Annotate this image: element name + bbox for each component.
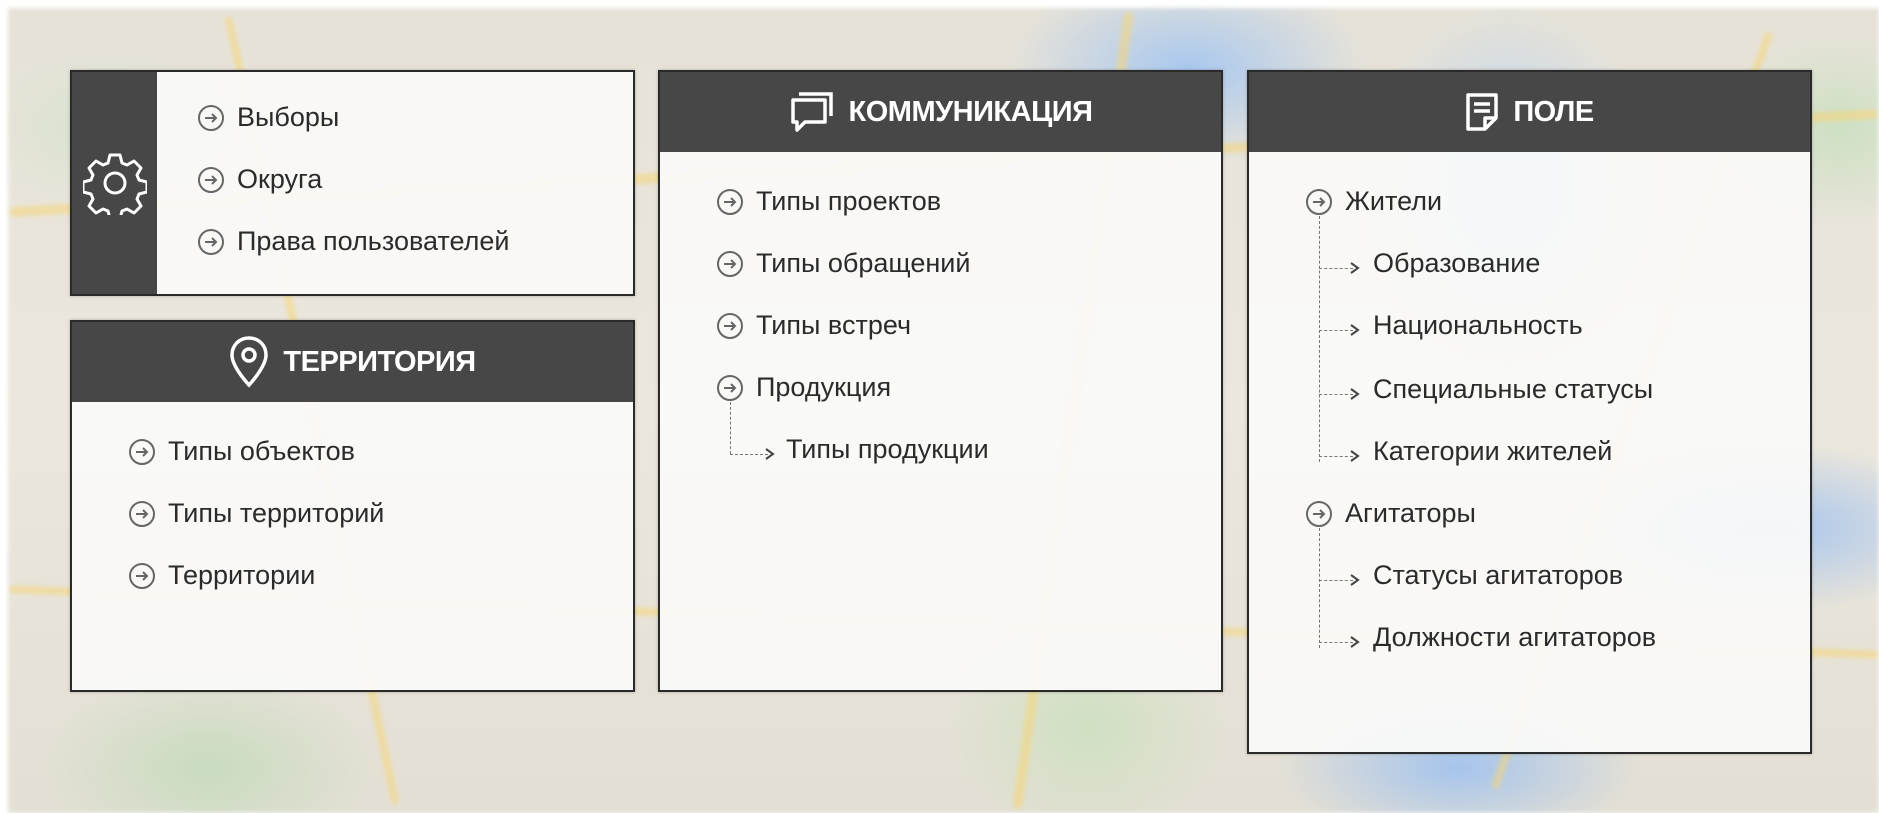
territory-header: ТЕРРИТОРИЯ (72, 322, 633, 402)
territory-item-object-types[interactable]: Типы объектов (128, 436, 355, 467)
tree-connector (1319, 330, 1353, 331)
field-group-residents[interactable]: Жители (1305, 186, 1442, 217)
field-subitem-label: Специальные статусы (1373, 374, 1654, 404)
map-pin-icon (230, 336, 269, 388)
arrow-circle-icon (129, 562, 155, 589)
communication-item-label: Типы встреч (756, 310, 912, 340)
settings-item-user-rights[interactable]: Права пользователей (197, 226, 509, 257)
arrow-circle-icon (129, 500, 155, 527)
territory-title: ТЕРРИТОРИЯ (283, 345, 476, 378)
field-group-agitators[interactable]: Агитаторы (1305, 498, 1476, 529)
territory-item-territories[interactable]: Территории (128, 560, 315, 591)
communication-panel: КОММУНИКАЦИЯ Типы проектов Типы обращени… (658, 70, 1223, 692)
tree-connector (1319, 528, 1320, 648)
field-title: ПОЛЕ (1513, 95, 1594, 128)
arrow-circle-icon (717, 250, 743, 277)
tree-connector (1319, 642, 1353, 643)
field-subitem-nationality[interactable]: Национальность (1373, 310, 1583, 341)
arrow-circle-icon (1306, 188, 1332, 215)
field-panel: ПОЛЕ Жители Образование Национальность С… (1247, 70, 1812, 754)
arrow-circle-icon (198, 228, 224, 255)
territory-item-label: Типы территорий (168, 498, 385, 528)
field-subitem-agitator-positions[interactable]: Должности агитаторов (1373, 622, 1656, 653)
tree-connector (730, 454, 768, 455)
arrow-circle-icon (1306, 500, 1332, 527)
territory-item-label: Территории (168, 560, 316, 590)
communication-item-project-types[interactable]: Типы проектов (716, 186, 941, 217)
arrow-circle-icon (717, 312, 743, 339)
arrow-circle-icon (198, 104, 224, 131)
field-subitem-resident-categories[interactable]: Категории жителей (1373, 436, 1612, 467)
chat-bubble-icon (790, 92, 833, 132)
settings-item-districts[interactable]: Округа (197, 164, 322, 195)
territory-item-territory-types[interactable]: Типы территорий (128, 498, 384, 529)
arrow-circle-icon (198, 166, 224, 193)
communication-subitem-label: Типы продукции (786, 434, 989, 464)
tree-arrowhead (1350, 450, 1360, 462)
field-group-label: Агитаторы (1345, 498, 1476, 528)
communication-item-label: Типы проектов (756, 186, 942, 216)
communication-item-products[interactable]: Продукция (716, 372, 891, 403)
tree-arrowhead (765, 448, 775, 460)
communication-item-appeal-types[interactable]: Типы обращений (716, 248, 970, 279)
arrow-circle-icon (717, 188, 743, 215)
territory-panel: ТЕРРИТОРИЯ Типы объектов Типы территорий… (70, 320, 635, 692)
communication-item-label: Типы обращений (756, 248, 971, 278)
tree-connector (1319, 580, 1353, 581)
arrow-circle-icon (129, 438, 155, 465)
communication-title: КОММУНИКАЦИЯ (848, 95, 1093, 128)
notes-icon (1466, 93, 1499, 131)
communication-subitem-product-types[interactable]: Типы продукции (786, 434, 989, 465)
tree-arrowhead (1350, 636, 1360, 648)
tree-connector (1319, 394, 1353, 395)
tree-connector (1319, 268, 1353, 269)
tree-connector (1319, 456, 1353, 457)
settings-item-label: Права пользователей (237, 226, 510, 256)
tree-connector (730, 402, 731, 454)
tree-arrowhead (1350, 324, 1360, 336)
tree-connector (1319, 216, 1320, 462)
territory-item-label: Типы объектов (168, 436, 355, 466)
tree-arrowhead (1350, 574, 1360, 586)
tree-arrowhead (1350, 262, 1360, 274)
field-subitem-label: Категории жителей (1373, 436, 1613, 466)
tree-arrowhead (1350, 388, 1360, 400)
arrow-circle-icon (717, 374, 743, 401)
communication-item-meeting-types[interactable]: Типы встреч (716, 310, 911, 341)
field-group-label: Жители (1345, 186, 1443, 216)
field-subitem-special-statuses[interactable]: Специальные статусы (1373, 374, 1653, 405)
settings-panel: Выборы Округа Права пользователей (70, 70, 635, 296)
communication-item-label: Продукция (756, 372, 892, 402)
settings-item-label: Округа (237, 164, 323, 194)
field-subitem-label: Статусы агитаторов (1373, 560, 1624, 590)
field-subitem-label: Должности агитаторов (1373, 622, 1657, 652)
gear-icon[interactable] (82, 151, 147, 215)
settings-item-label: Выборы (237, 102, 340, 132)
settings-item-elections[interactable]: Выборы (197, 102, 339, 133)
settings-side-bar (72, 72, 157, 294)
field-subitem-label: Образование (1373, 248, 1541, 278)
field-subitem-education[interactable]: Образование (1373, 248, 1540, 279)
communication-header: КОММУНИКАЦИЯ (660, 72, 1221, 152)
field-header: ПОЛЕ (1249, 72, 1810, 152)
field-subitem-agitator-statuses[interactable]: Статусы агитаторов (1373, 560, 1623, 591)
field-subitem-label: Национальность (1373, 310, 1583, 340)
